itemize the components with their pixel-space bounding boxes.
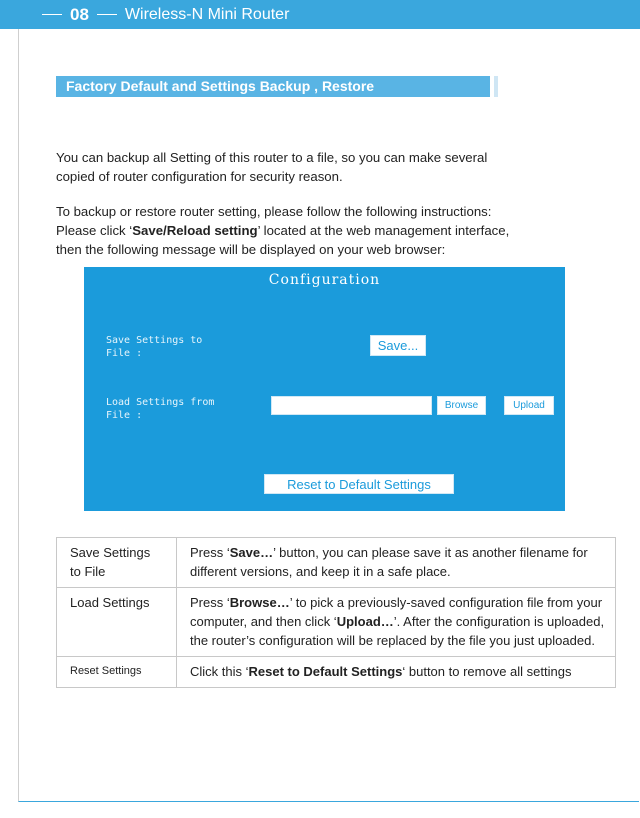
description-bold: Reset to Default Settings	[248, 664, 403, 679]
table-row: Load Settings Press ‘Browse…’ to pick a …	[56, 587, 616, 657]
table-cell-name: Reset Settings	[56, 656, 177, 688]
description-bold: Save…	[229, 545, 274, 560]
instructions-line-1: To backup or restore router setting, ple…	[56, 204, 492, 219]
description-text: Click this ‘	[190, 664, 249, 679]
description-bold: Browse…	[229, 595, 290, 610]
reset-to-default-button[interactable]: Reset to Default Settings	[264, 474, 454, 494]
table-row: Reset Settings Click this ‘Reset to Defa…	[56, 656, 616, 688]
upload-button[interactable]: Upload	[504, 396, 554, 415]
save-settings-label-line2: File :	[106, 348, 143, 359]
save-settings-label-line1: Save Settings to	[106, 335, 203, 346]
row-name-line1: Save Settings	[70, 545, 151, 560]
row-name-line2: to File	[70, 564, 106, 579]
table-cell-name: Save Settings to File	[56, 537, 177, 588]
instructions-line-2: Please click ‘Save/Reload setting’ locat…	[56, 221, 616, 240]
description-text: Press ‘	[190, 595, 230, 610]
intro-paragraph: You can backup all Setting of this route…	[56, 148, 616, 186]
header-title: Wireless-N Mini Router	[124, 5, 290, 23]
settings-table: Save Settings to File Press ‘Save…’ butt…	[56, 537, 616, 688]
save-settings-label: Save Settings to File :	[106, 334, 202, 360]
intro-line-2: copied of router configuration for secur…	[56, 169, 343, 184]
table-cell-name: Load Settings	[56, 587, 177, 657]
table-row: Save Settings to File Press ‘Save…’ butt…	[56, 537, 616, 588]
file-path-input[interactable]	[271, 396, 432, 415]
load-settings-label-line2: File :	[106, 410, 143, 421]
instructions-bold: Save/Reload setting	[132, 223, 258, 238]
table-cell-description: Press ‘Browse…’ to pick a previously-sav…	[176, 587, 616, 657]
section-title: Factory Default and Settings Backup , Re…	[56, 76, 494, 97]
browse-button[interactable]: Browse	[437, 396, 486, 415]
description-bold: Upload…	[336, 614, 394, 629]
instructions-text: Please click ‘	[56, 223, 133, 238]
configuration-panel: Configuration Save Settings to File : Sa…	[84, 267, 565, 511]
header-right-dash	[96, 14, 117, 15]
table-cell-description: Press ‘Save…’ button, you can please sav…	[176, 537, 616, 588]
load-settings-label: Load Settings from File :	[106, 396, 214, 422]
table-cell-description: Click this ‘Reset to Default Settings‘ b…	[176, 656, 616, 688]
save-button[interactable]: Save...	[370, 335, 426, 356]
page-header: 08 Wireless-N Mini Router	[0, 0, 640, 29]
header-left-dash	[42, 14, 62, 15]
page-number: 08	[70, 4, 89, 24]
description-text: Press ‘	[190, 545, 230, 560]
description-text: ‘ button to remove all settings	[402, 664, 572, 679]
load-settings-label-line1: Load Settings from	[106, 397, 215, 408]
instructions-text: ’ located at the web management interfac…	[257, 223, 510, 238]
configuration-title: Configuration	[268, 272, 381, 288]
instructions-line-3: then the following message will be displ…	[56, 242, 446, 257]
instructions-paragraph: To backup or restore router setting, ple…	[56, 202, 616, 259]
intro-line-1: You can backup all Setting of this route…	[56, 150, 488, 165]
